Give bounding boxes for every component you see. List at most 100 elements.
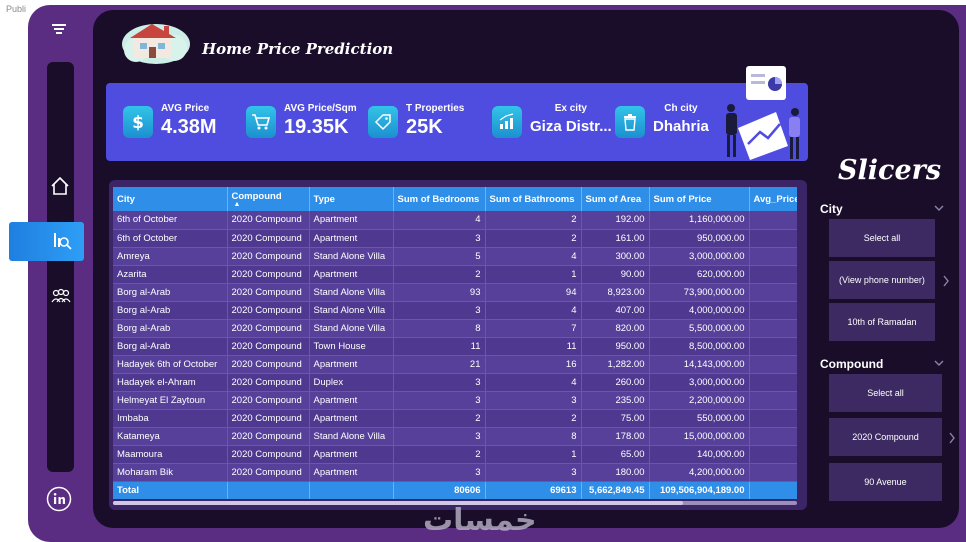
slicer-compound-option[interactable]: Select all — [829, 374, 942, 412]
kpi-label: Ex city — [554, 103, 587, 114]
table-cell: 2020 Compound — [227, 427, 310, 446]
kpi-ex-city: Ex city Giza Distr... — [492, 103, 612, 138]
table-cell: 4 — [485, 247, 582, 266]
table-cell: 550,000.00 — [649, 409, 750, 428]
table-row[interactable]: 6th of October 2020 Compound Apartment 3 2 16… — [113, 229, 797, 248]
table-row[interactable]: Hadayek 6th of October 2020 Compound Apart… — [113, 355, 797, 374]
svg-text:$: $ — [132, 113, 144, 132]
column-header-compound[interactable]: Compound ▲ — [227, 187, 310, 211]
table-cell: Town House — [309, 337, 394, 356]
column-header-type[interactable]: Type — [309, 187, 394, 211]
table-row[interactable]: Borg al-Arab 2020 Compound Stand Alone Vil… — [113, 301, 797, 320]
table-cell: 2 — [393, 409, 486, 428]
table-cell: 2020 Compound — [227, 445, 310, 464]
slicer-city-option[interactable]: (View phone number) — [829, 261, 935, 299]
table-cell: Apartment — [309, 355, 394, 374]
table-row[interactable]: 6th of October 2020 Compound Apartment 4 2 19… — [113, 211, 797, 230]
table-cell: Apartment — [309, 445, 394, 464]
column-header-bathrooms[interactable]: Sum of Bathrooms — [485, 187, 582, 211]
table-cell: 1 — [485, 445, 582, 464]
table-cell: Duplex — [309, 373, 394, 392]
table-cell: 3 — [393, 427, 486, 446]
table-cell: 11 — [393, 337, 486, 356]
column-header-city[interactable]: City — [113, 187, 228, 211]
table-cell: 73,900,000.00 — [649, 283, 750, 302]
total-cell — [749, 481, 797, 499]
table-row[interactable]: Azarita 2020 Compound Apartment 2 1 90.00 620,… — [113, 265, 797, 284]
slicer-city-option[interactable]: Select all — [829, 219, 935, 257]
table-cell: 2020 Compound — [227, 229, 310, 248]
table-cell: 4,000,000.00 — [649, 301, 750, 320]
table-cell: 8,923.00 — [581, 283, 650, 302]
filter-menu-icon[interactable] — [50, 20, 68, 38]
tag-icon — [368, 106, 398, 138]
table-cell: 407.00 — [581, 301, 650, 320]
slicer-compound-option[interactable]: 90 Avenue — [829, 463, 942, 501]
table-cell: 235.00 — [581, 391, 650, 410]
table-cell: 3 — [393, 229, 486, 248]
kpi-label: T Properties — [406, 103, 465, 114]
linkedin-icon[interactable] — [46, 486, 72, 512]
table-cell: Borg al-Arab — [113, 337, 228, 356]
table-row[interactable]: Borg al-Arab 2020 Compound Stand Alone Vil… — [113, 319, 797, 338]
table-cell: Apartment — [309, 211, 394, 230]
kpi-value: 25K — [406, 116, 443, 138]
column-header-price[interactable]: Sum of Price — [649, 187, 750, 211]
kpi-label: AVG Price — [161, 103, 210, 114]
table-row[interactable]: Helmeyat El Zaytoun 2020 Compound Apartmen… — [113, 391, 797, 410]
slicers-title: Slicers — [838, 155, 942, 186]
table-cell — [749, 301, 797, 320]
total-price: 109,506,904,189.00 — [649, 481, 750, 499]
column-header-area[interactable]: Sum of Area — [581, 187, 650, 211]
table-cell: 1 — [485, 265, 582, 284]
table-cell: 4,200,000.00 — [649, 463, 750, 482]
table-cell: Apartment — [309, 409, 394, 428]
chevron-down-icon[interactable] — [934, 359, 944, 367]
table-cell: 2 — [485, 409, 582, 428]
users-group-icon[interactable] — [50, 285, 72, 307]
table-cell — [749, 283, 797, 302]
table-cell: 2020 Compound — [227, 283, 310, 302]
table-cell: Maamoura — [113, 445, 228, 464]
home-icon[interactable] — [49, 175, 71, 197]
table-cell: Apartment — [309, 229, 394, 248]
table-row[interactable]: Hadayek el-Ahram 2020 Compound Duplex 3 4 260… — [113, 373, 797, 392]
column-header-label: Compound — [231, 190, 282, 202]
chevron-down-icon[interactable] — [934, 204, 944, 212]
table-cell: Hadayek 6th of October — [113, 355, 228, 374]
table-row[interactable]: Imbaba 2020 Compound Apartment 2 2 75.00 550,0… — [113, 409, 797, 428]
total-bedrooms: 80606 — [393, 481, 486, 499]
total-label: Total — [113, 481, 228, 499]
table-cell: 1,282.00 — [581, 355, 650, 374]
table-cell: 178.00 — [581, 427, 650, 446]
slicer-city-option[interactable]: 10th of Ramadan — [829, 303, 935, 341]
scrollbar-thumb[interactable] — [113, 501, 683, 505]
column-header-avg-price[interactable]: Avg_Price — [749, 187, 797, 211]
table-row[interactable]: Borg al-Arab 2020 Compound Stand Alone Vil… — [113, 283, 797, 302]
column-header-bedrooms[interactable]: Sum of Bedrooms — [393, 187, 486, 211]
table-row[interactable]: Katameya 2020 Compound Stand Alone Villa 3 8… — [113, 427, 797, 446]
kpi-label: AVG Price/Sqm — [284, 103, 357, 114]
price-table[interactable]: City Compound ▲ Type Sum of Bedrooms Sum… — [113, 187, 797, 499]
table-row[interactable]: Maamoura 2020 Compound Apartment 2 1 65.00 140… — [113, 445, 797, 464]
table-cell: Apartment — [309, 391, 394, 410]
table-row[interactable]: Moharam Bik 2020 Compound Apartment 3 3 180.0… — [113, 463, 797, 482]
slicer-city-label: City — [820, 202, 843, 216]
table-cell: Katameya — [113, 427, 228, 446]
table-cell: 16 — [485, 355, 582, 374]
table-cell: 300.00 — [581, 247, 650, 266]
table-cell: 260.00 — [581, 373, 650, 392]
table-row[interactable]: Borg al-Arab 2020 Compound Town House 11 11 9… — [113, 337, 797, 356]
kpi-label: Ch city — [664, 103, 698, 114]
chevron-right-icon[interactable] — [948, 432, 956, 444]
table-cell: Stand Alone Villa — [309, 427, 394, 446]
table-cell: Imbaba — [113, 409, 228, 428]
table-cell: 5,500,000.00 — [649, 319, 750, 338]
analysis-search-icon[interactable] — [51, 230, 73, 252]
table-cell: 93 — [393, 283, 486, 302]
table-row[interactable]: Amreya 2020 Compound Stand Alone Villa 5 4 30… — [113, 247, 797, 266]
table-cell: Stand Alone Villa — [309, 283, 394, 302]
slicer-compound-option[interactable]: 2020 Compound — [829, 418, 942, 456]
table-cell: Azarita — [113, 265, 228, 284]
chevron-right-icon[interactable] — [942, 275, 950, 287]
